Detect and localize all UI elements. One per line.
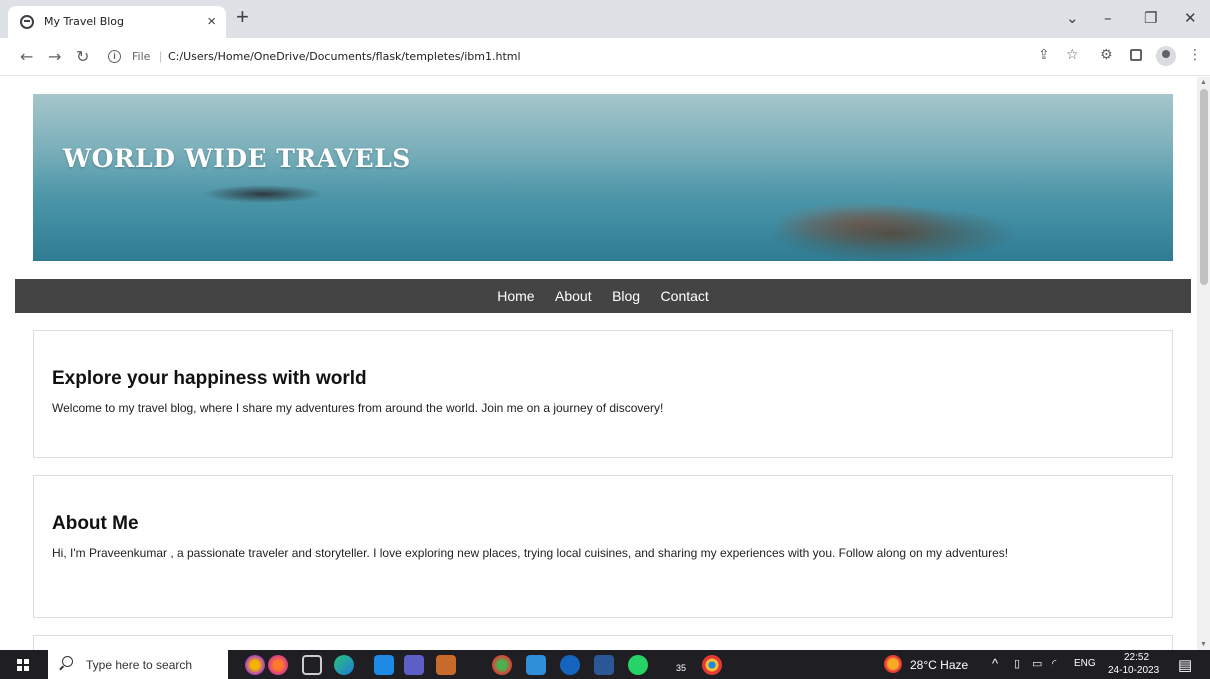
globe-icon [20, 15, 34, 29]
profile-avatar[interactable] [1156, 46, 1176, 66]
close-tab-icon[interactable]: × [207, 13, 216, 30]
tab-strip: My Travel Blog × + ⌄ – ❐ ✕ [0, 0, 1210, 38]
edge-browser-icon[interactable] [334, 655, 354, 675]
windows-taskbar: Type here to search 35 28°C Haze ^ ▯ ▭ ◜… [0, 650, 1210, 679]
url-text[interactable]: C:/Users/Home/OneDrive/Documents/flask/t… [168, 50, 521, 63]
intro-section: Explore your happiness with world Welcom… [33, 330, 1173, 458]
main-nav: Home About Blog Contact [15, 279, 1191, 313]
close-window-button[interactable]: ✕ [1184, 9, 1197, 27]
extensions-icon[interactable]: ⚙ [1100, 47, 1113, 63]
weather-text[interactable]: 28°C Haze [910, 658, 968, 672]
nav-link-home[interactable]: Home [497, 279, 534, 313]
tab-title: My Travel Blog [44, 15, 125, 28]
clock-time[interactable]: 22:52 [1124, 652, 1149, 663]
nav-link-blog[interactable]: Blog [612, 279, 640, 313]
back-arrow-icon[interactable]: ← [20, 47, 33, 66]
search-placeholder: Type here to search [86, 658, 193, 672]
bookmark-star-icon[interactable]: ☆ [1066, 47, 1079, 63]
wifi-icon[interactable]: ◜ [1052, 657, 1056, 670]
office-app-icon[interactable] [436, 655, 456, 675]
minimize-button[interactable]: – [1104, 9, 1112, 27]
side-panel-toggle-icon[interactable] [1130, 49, 1142, 61]
vscode-icon[interactable] [526, 655, 546, 675]
taskbar-search-input[interactable]: Type here to search [48, 650, 228, 679]
scroll-up-arrow-icon[interactable]: ▲ [1200, 79, 1207, 86]
weather-icon[interactable] [884, 655, 902, 673]
info-icon[interactable]: i [108, 50, 121, 63]
file-label: File [132, 50, 151, 63]
share-icon[interactable]: ⇪ [1038, 47, 1050, 63]
tab-my-travel-blog[interactable]: My Travel Blog × [8, 6, 226, 38]
next-section [33, 635, 1173, 650]
windows-start-icon[interactable] [17, 659, 29, 671]
page-scrollbar[interactable]: ▲ ▼ [1197, 77, 1210, 650]
word-icon[interactable] [594, 655, 614, 675]
about-text: Hi, I'm Praveenkumar , a passionate trav… [52, 546, 1009, 560]
new-tab-button[interactable]: + [236, 6, 249, 28]
tab-search-chevron-icon[interactable]: ⌄ [1066, 9, 1079, 27]
reload-icon[interactable]: ↻ [76, 47, 89, 66]
page-viewport: WORLD WIDE TRAVELS Home About Blog Conta… [0, 77, 1197, 650]
whatsapp-badge: 35 [676, 663, 687, 673]
tray-expand-icon[interactable]: ^ [992, 656, 998, 671]
browser-window: My Travel Blog × + ⌄ – ❐ ✕ ← → ↻ i File … [0, 0, 1210, 679]
hero-banner: WORLD WIDE TRAVELS [33, 94, 1173, 261]
address-bar[interactable]: i File | C:/Users/Home/OneDrive/Document… [104, 43, 1024, 71]
browser-toolbar: ← → ↻ i File | C:/Users/Home/OneDrive/Do… [0, 38, 1210, 76]
site-title: WORLD WIDE TRAVELS [63, 144, 411, 173]
nav-link-contact[interactable]: Contact [661, 279, 709, 313]
widget-flower-2-icon[interactable] [268, 655, 288, 675]
url-separator: | [159, 49, 163, 63]
about-section: About Me Hi, I'm Praveenkumar , a passio… [33, 475, 1173, 618]
intro-text: Welcome to my travel blog, where I share… [52, 401, 664, 415]
mail-icon[interactable] [374, 655, 394, 675]
about-heading: About Me [52, 513, 139, 534]
nav-link-about[interactable]: About [555, 279, 592, 313]
webex-icon[interactable] [560, 655, 580, 675]
notification-icon[interactable]: ▤ [1178, 656, 1192, 674]
network-icon[interactable]: ▭ [1032, 657, 1042, 670]
menu-dots-icon[interactable]: ⋮ [1188, 47, 1202, 63]
chrome-active-icon[interactable] [702, 655, 722, 675]
language-indicator[interactable]: ENG [1074, 658, 1096, 669]
scroll-down-arrow-icon[interactable]: ▼ [1200, 641, 1207, 648]
search-icon [62, 656, 73, 667]
scroll-thumb[interactable] [1200, 89, 1208, 285]
battery-icon[interactable]: ▯ [1014, 657, 1020, 670]
clock-date[interactable]: 24-10-2023 [1108, 665, 1159, 676]
chrome-app-icon[interactable] [492, 655, 512, 675]
teams-icon[interactable] [404, 655, 424, 675]
restore-button[interactable]: ❐ [1144, 9, 1157, 27]
task-view-icon[interactable] [302, 655, 322, 675]
intro-heading: Explore your happiness with world [52, 368, 367, 389]
widget-flower-icon[interactable] [245, 655, 265, 675]
whatsapp-icon[interactable] [628, 655, 648, 675]
forward-arrow-icon[interactable]: → [48, 47, 61, 66]
